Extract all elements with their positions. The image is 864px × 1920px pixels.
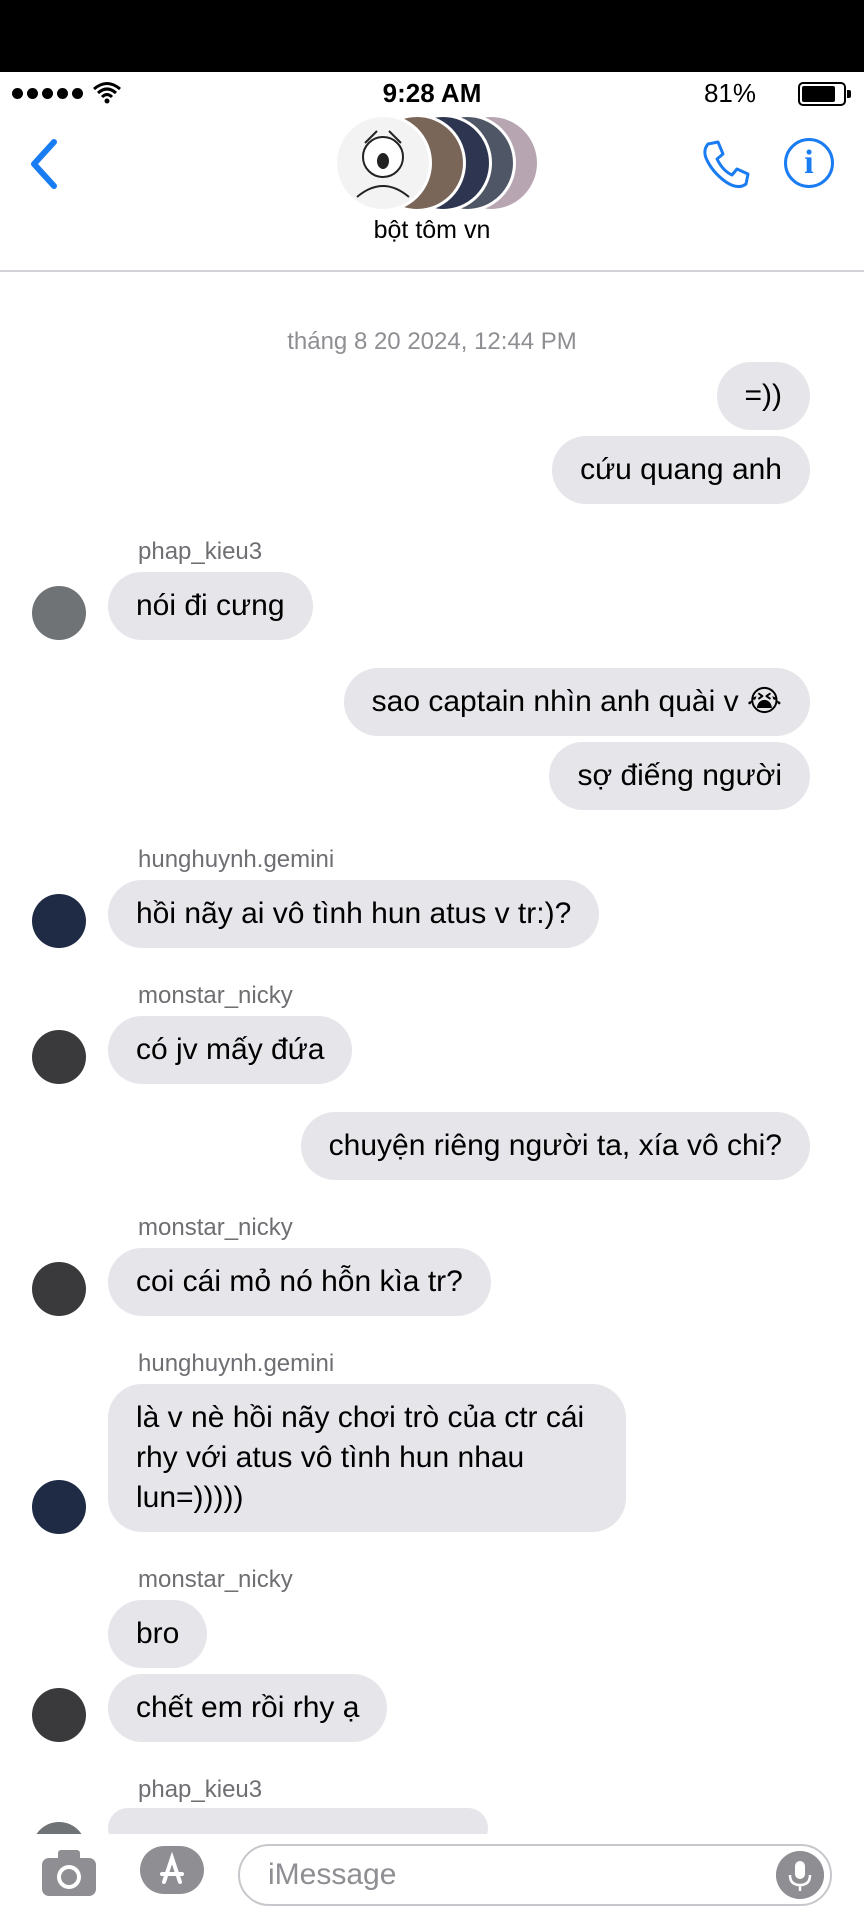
app-store-icon[interactable] (138, 1844, 206, 1896)
avatar[interactable] (32, 586, 86, 640)
outgoing-message[interactable]: sao captain nhìn anh quài v 😭 (343, 668, 810, 736)
incoming-message[interactable]: chết em rồi rhy ạ (108, 1674, 388, 1742)
incoming-message[interactable]: là v nè hồi nãy chơi trò của ctr cái rhy… (108, 1384, 626, 1532)
message-input-placeholder: iMessage (268, 1858, 397, 1891)
sender-name: phap_kieu3 (138, 1776, 263, 1803)
phone-icon[interactable] (698, 138, 752, 192)
battery-icon (798, 82, 851, 106)
sender-name: hunghuynh.gemini (138, 846, 335, 873)
camera-icon[interactable] (40, 1844, 98, 1900)
message-composer: iMessage (0, 1834, 864, 1920)
incoming-message[interactable]: có jv mấy đứa (108, 1016, 353, 1084)
incoming-message[interactable]: nói đi cưng (108, 572, 313, 640)
outgoing-message[interactable]: chuyện riêng người ta, xía vô chi? (300, 1112, 810, 1180)
group-avatar-stack[interactable] (334, 112, 540, 212)
conversation-timestamp: tháng 8 20 2024, 12:44 PM (287, 328, 577, 355)
battery-percent: 81% (703, 78, 756, 108)
incoming-message[interactable]: bro (108, 1600, 208, 1668)
message-input[interactable]: iMessage (238, 1844, 832, 1906)
avatar[interactable] (32, 1030, 86, 1084)
avatar[interactable] (32, 1688, 86, 1742)
microphone-icon[interactable] (776, 1851, 824, 1899)
avatar[interactable] (32, 894, 86, 948)
avatar[interactable] (32, 1262, 86, 1316)
outgoing-message[interactable]: sợ điếng người (549, 742, 810, 810)
group-avatar (334, 114, 432, 212)
sender-name: hunghuynh.gemini (138, 1350, 335, 1377)
top-black-bar (0, 0, 864, 72)
incoming-message[interactable]: coi cái mỏ nó hỗn kìa tr? (108, 1248, 491, 1316)
incoming-message[interactable]: hồi nãy ai vô tình hun atus v tr:)? (108, 880, 600, 948)
info-icon[interactable]: i (784, 138, 834, 188)
group-name[interactable]: bột tôm vn (0, 216, 864, 245)
sender-name: phap_kieu3 (138, 538, 263, 565)
back-chevron-icon[interactable] (24, 136, 64, 192)
status-bar: 9:28 AM 81% (0, 72, 864, 112)
avatar[interactable] (32, 1480, 86, 1534)
sender-name: monstar_nicky (138, 1214, 293, 1241)
outgoing-message[interactable]: =)) (716, 362, 810, 430)
sender-name: monstar_nicky (138, 982, 293, 1009)
sender-name: monstar_nicky (138, 1566, 293, 1593)
conversation-header: bột tôm vn i (0, 112, 864, 272)
outgoing-message[interactable]: cứu quang anh (552, 436, 810, 504)
